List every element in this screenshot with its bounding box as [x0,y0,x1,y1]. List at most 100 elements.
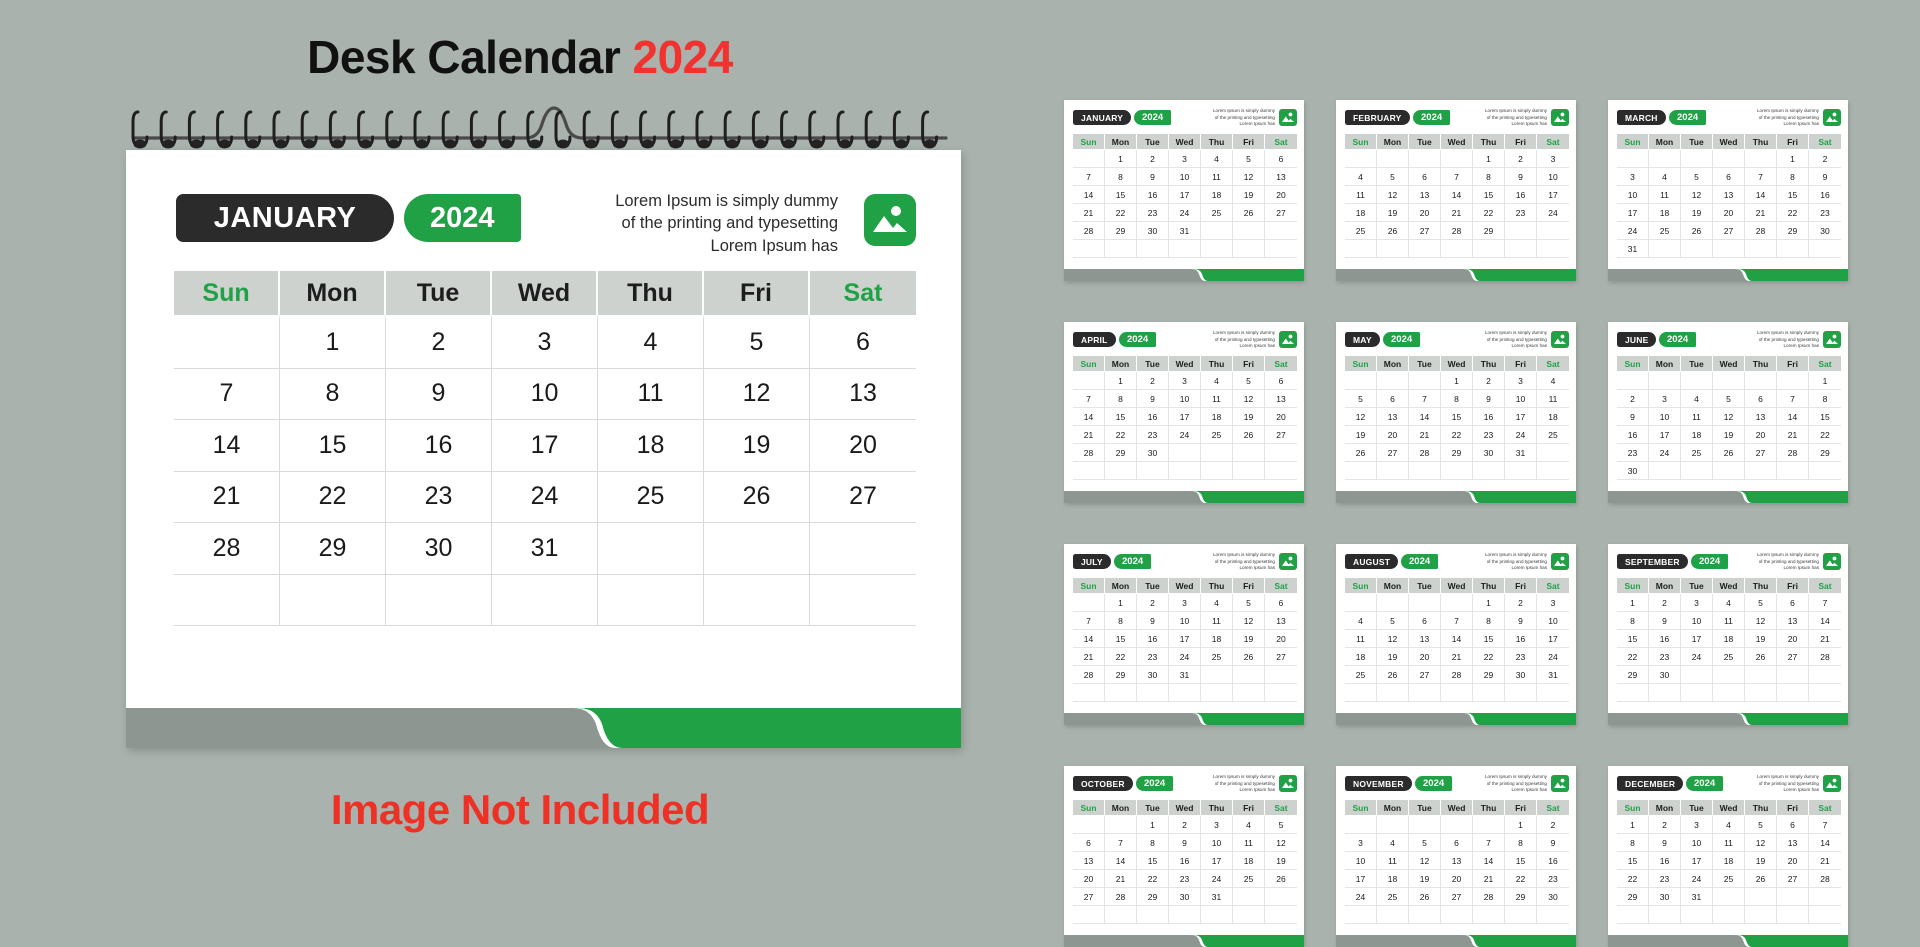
day-cell[interactable]: 2 [1169,816,1201,834]
day-cell[interactable]: 6 [1777,594,1809,612]
month-thumbnail[interactable]: OCTOBER 2024 Lorem Ipsum is simply dummy of… [1064,766,1304,947]
day-cell[interactable]: 19 [1233,630,1265,648]
day-cell[interactable]: 23 [1137,426,1169,444]
day-cell[interactable]: 6 [1713,168,1745,186]
day-cell[interactable]: 24 [1201,870,1233,888]
day-cell[interactable]: 23 [1473,426,1505,444]
day-cell[interactable]: 18 [598,420,704,472]
day-cell[interactable]: 7 [1073,168,1105,186]
day-cell[interactable]: 21 [1105,870,1137,888]
day-cell[interactable]: 8 [1105,168,1137,186]
day-cell[interactable]: 16 [1169,852,1201,870]
day-cell[interactable]: 30 [1137,666,1169,684]
day-cell[interactable]: 29 [1777,222,1809,240]
day-cell[interactable]: 14 [1777,408,1809,426]
day-cell[interactable]: 28 [1409,444,1441,462]
day-cell[interactable]: 12 [1681,186,1713,204]
day-cell[interactable]: 13 [1713,186,1745,204]
day-cell[interactable]: 10 [1169,390,1201,408]
day-cell[interactable]: 25 [1201,648,1233,666]
day-cell[interactable]: 26 [1233,204,1265,222]
day-cell[interactable]: 5 [1377,168,1409,186]
day-cell[interactable]: 18 [1201,630,1233,648]
day-cell[interactable]: 14 [1745,186,1777,204]
day-cell[interactable]: 28 [1473,888,1505,906]
day-cell[interactable]: 3 [1201,816,1233,834]
day-cell[interactable]: 7 [1441,612,1473,630]
day-cell[interactable]: 16 [1137,186,1169,204]
day-cell[interactable]: 26 [1713,444,1745,462]
day-cell[interactable]: 15 [1617,630,1649,648]
day-cell[interactable]: 27 [1377,444,1409,462]
day-cell[interactable]: 12 [1713,408,1745,426]
day-cell[interactable]: 14 [1105,852,1137,870]
month-thumbnail[interactable]: JULY 2024 Lorem Ipsum is simply dummy of th… [1064,544,1304,725]
day-cell[interactable]: 21 [1809,630,1841,648]
day-cell[interactable]: 29 [1809,444,1841,462]
month-thumbnail[interactable]: FEBRUARY 2024 Lorem Ipsum is simply dummy o… [1336,100,1576,281]
day-cell[interactable]: 3 [1169,594,1201,612]
day-cell[interactable]: 8 [1105,390,1137,408]
day-cell[interactable]: 1 [1105,594,1137,612]
day-cell[interactable]: 5 [1233,150,1265,168]
day-cell[interactable]: 14 [1441,630,1473,648]
day-cell[interactable]: 30 [1505,666,1537,684]
day-cell[interactable]: 27 [1441,888,1473,906]
day-cell[interactable]: 20 [1265,186,1297,204]
day-cell[interactable]: 29 [1617,666,1649,684]
day-cell[interactable]: 8 [1617,612,1649,630]
day-cell[interactable]: 5 [1409,834,1441,852]
day-cell[interactable]: 30 [386,523,492,575]
day-cell[interactable]: 25 [1345,222,1377,240]
day-cell[interactable]: 28 [174,523,280,575]
day-cell[interactable]: 14 [1073,186,1105,204]
day-cell[interactable]: 22 [280,471,386,523]
day-cell[interactable]: 24 [1345,888,1377,906]
day-cell[interactable]: 26 [1377,666,1409,684]
day-cell[interactable]: 15 [1473,630,1505,648]
day-cell[interactable]: 27 [1265,648,1297,666]
day-cell[interactable]: 1 [1441,372,1473,390]
day-cell[interactable]: 9 [1617,408,1649,426]
day-cell[interactable]: 22 [1505,870,1537,888]
day-cell[interactable]: 9 [1505,168,1537,186]
day-cell[interactable]: 23 [1809,204,1841,222]
day-cell[interactable]: 10 [1537,168,1569,186]
day-cell[interactable]: 21 [1809,852,1841,870]
day-cell[interactable]: 5 [1345,390,1377,408]
month-thumbnail[interactable]: JANUARY 2024 Lorem Ipsum is simply dummy of… [1064,100,1304,281]
day-cell[interactable]: 25 [1233,870,1265,888]
day-cell[interactable]: 17 [1201,852,1233,870]
day-cell[interactable]: 2 [1649,816,1681,834]
month-thumbnail[interactable]: AUGUST 2024 Lorem Ipsum is simply dummy of … [1336,544,1576,725]
day-cell[interactable]: 28 [1105,888,1137,906]
day-cell[interactable]: 9 [386,368,492,420]
day-cell[interactable]: 3 [492,317,598,369]
day-cell[interactable]: 30 [1617,462,1649,480]
day-cell[interactable]: 27 [1265,204,1297,222]
day-cell[interactable]: 18 [1233,852,1265,870]
day-cell[interactable]: 15 [1105,408,1137,426]
day-cell[interactable]: 8 [1473,168,1505,186]
day-cell[interactable]: 7 [1809,816,1841,834]
day-cell[interactable]: 7 [1809,594,1841,612]
day-cell[interactable]: 19 [1377,648,1409,666]
day-cell[interactable]: 8 [1473,612,1505,630]
day-cell[interactable]: 16 [1505,186,1537,204]
day-cell[interactable]: 13 [810,369,916,420]
day-cell[interactable]: 6 [1409,168,1441,186]
day-cell[interactable]: 11 [1649,186,1681,204]
day-cell[interactable]: 1 [1473,150,1505,168]
day-cell[interactable]: 9 [1649,834,1681,852]
day-cell[interactable]: 10 [1345,852,1377,870]
day-cell[interactable]: 10 [1505,390,1537,408]
day-cell[interactable]: 19 [1681,204,1713,222]
day-cell[interactable]: 25 [1537,426,1569,444]
day-cell[interactable]: 17 [1537,630,1569,648]
day-cell[interactable]: 24 [1681,870,1713,888]
day-cell[interactable]: 1 [1809,372,1841,390]
day-cell[interactable]: 12 [1377,630,1409,648]
day-cell[interactable]: 20 [1777,852,1809,870]
day-cell[interactable]: 8 [1617,834,1649,852]
day-cell[interactable]: 30 [1809,222,1841,240]
